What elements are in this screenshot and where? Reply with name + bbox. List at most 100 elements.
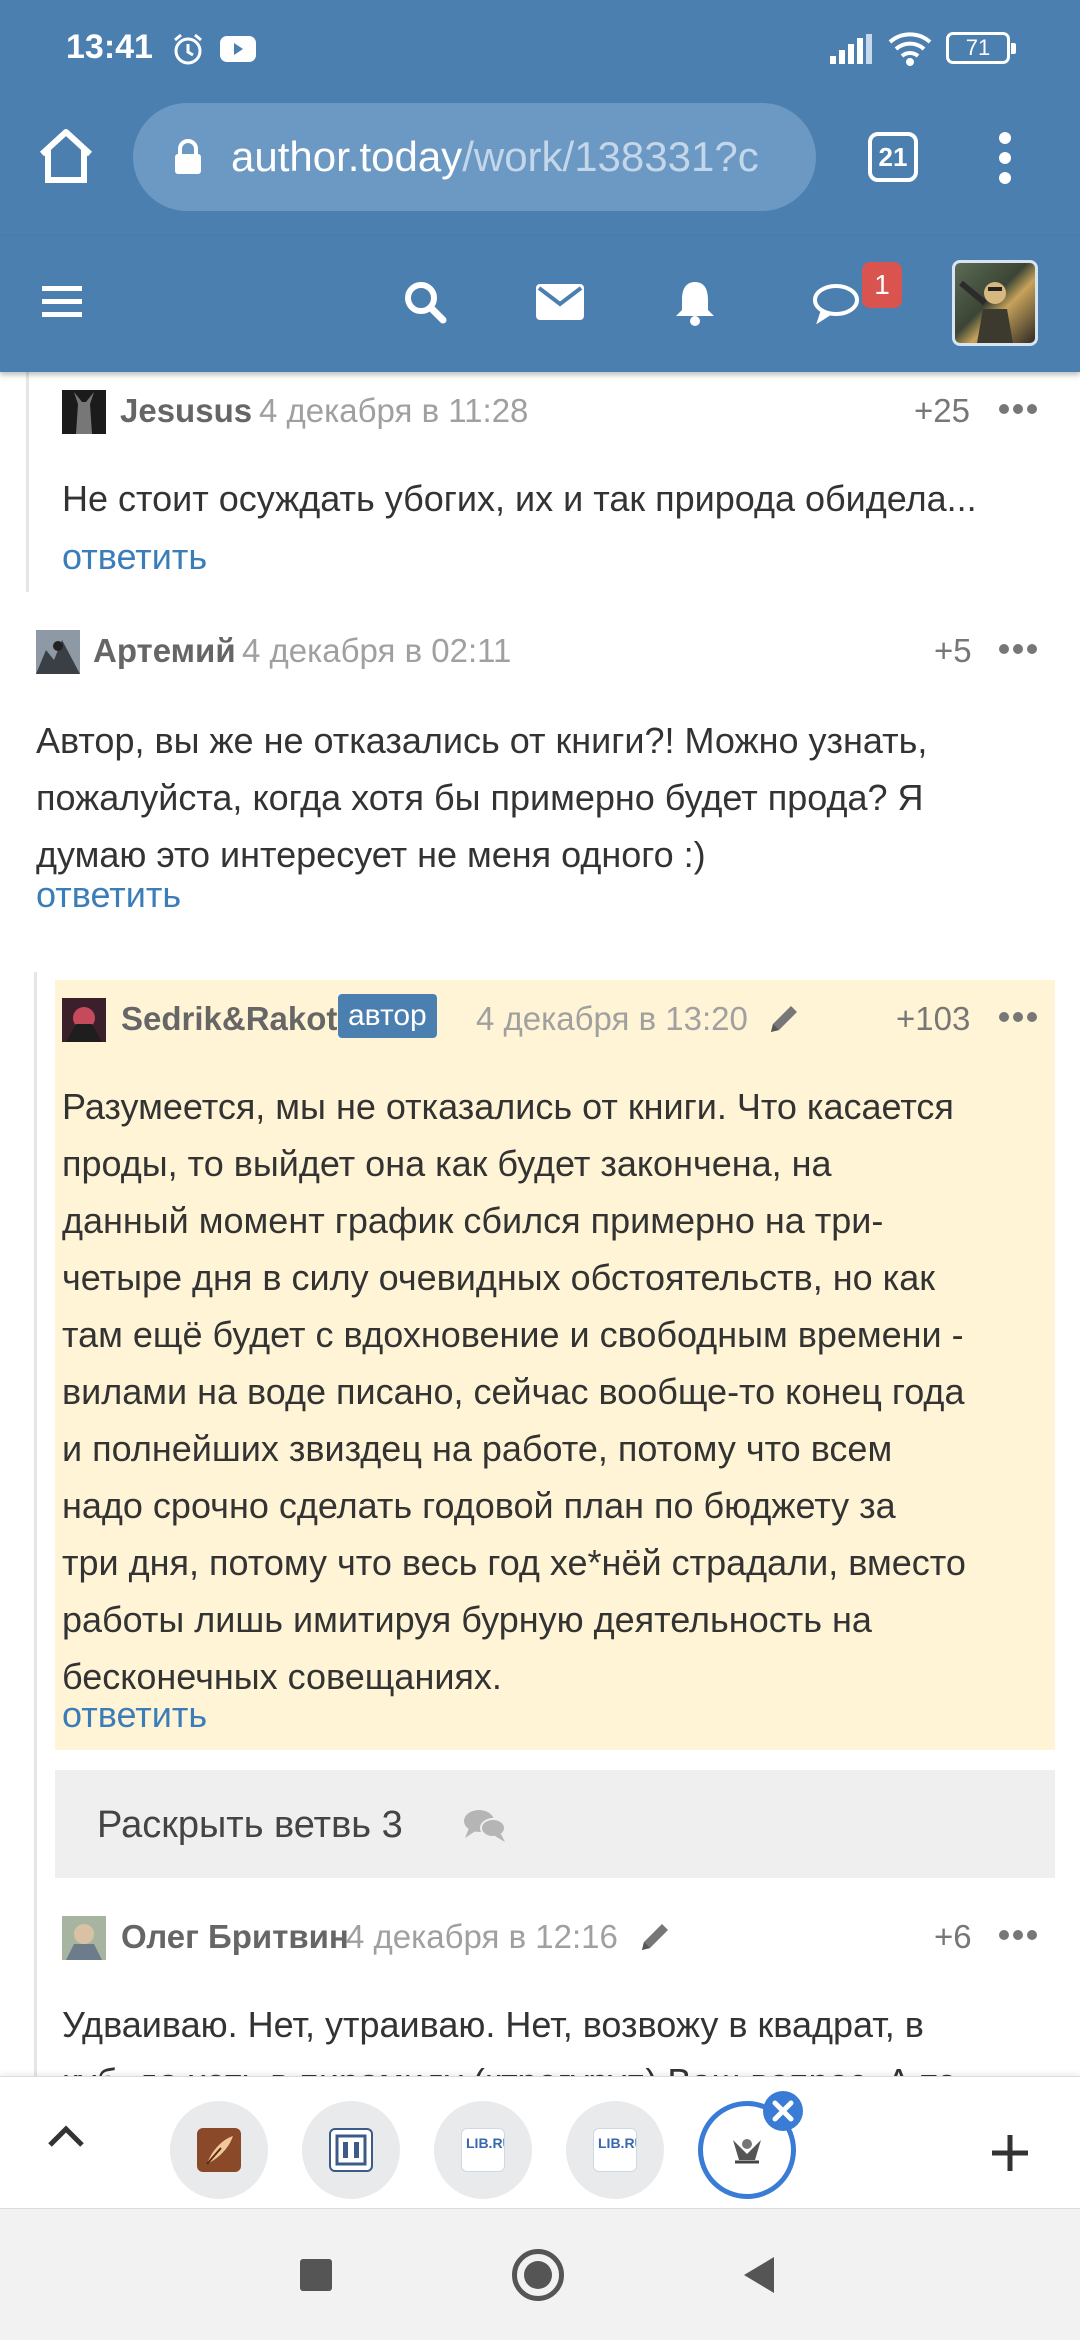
comment-date[interactable]: 4 декабря в 12:16 bbox=[346, 1918, 618, 1956]
comment-text: Удваиваю. Нет, утраиваю. Нет, возвожу в … bbox=[62, 1996, 1052, 2076]
librus-text-top: LIB.RU bbox=[598, 2135, 636, 2151]
hamburger-icon[interactable] bbox=[42, 284, 82, 325]
lock-icon bbox=[173, 139, 203, 180]
comment-date[interactable]: 4 декабря в 02:11 bbox=[242, 632, 511, 670]
comment-author[interactable]: Sedrik&Rakot bbox=[121, 1000, 337, 1038]
comment-text-line: данный момент график сбился примерно на … bbox=[62, 1200, 884, 1241]
wifi-icon bbox=[888, 30, 932, 71]
close-icon bbox=[772, 2100, 794, 2122]
author-today-favicon bbox=[725, 2128, 769, 2172]
comment-text-line: пожалуйста, когда хотя бы примерно будет… bbox=[36, 777, 924, 818]
comment-rating: +25 bbox=[914, 392, 970, 429]
reply-link[interactable]: ответить bbox=[36, 874, 181, 916]
home-circle-icon[interactable] bbox=[512, 2249, 564, 2301]
comment-text-line: Автор, вы же не отказались от книги?! Мо… bbox=[36, 720, 928, 761]
tab-switcher-button[interactable]: 21 bbox=[868, 132, 918, 182]
plus-icon[interactable] bbox=[990, 2133, 1030, 2178]
thread-line bbox=[26, 372, 29, 592]
avatar[interactable] bbox=[62, 390, 106, 434]
chat-icon[interactable] bbox=[812, 282, 860, 329]
tab-librus-1[interactable]: LIB.RU bbox=[434, 2101, 532, 2199]
avatar[interactable] bbox=[62, 1916, 106, 1960]
author-badge[interactable]: автор bbox=[338, 994, 437, 1038]
avatar[interactable] bbox=[62, 998, 106, 1042]
more-horiz-icon[interactable] bbox=[998, 1928, 1038, 1946]
comment: Артемий 4 декабря в 02:11 +5 Автор, вы ж… bbox=[0, 612, 1080, 952]
avatar-image bbox=[959, 280, 1013, 343]
search-icon[interactable] bbox=[403, 280, 447, 329]
more-horiz-icon[interactable] bbox=[998, 1010, 1038, 1028]
tab-library[interactable] bbox=[302, 2101, 400, 2199]
reply-link[interactable]: ответить bbox=[62, 536, 207, 578]
signal-icon bbox=[830, 34, 874, 69]
comment-text-line: бесконечных совещаниях. bbox=[62, 1656, 502, 1697]
librus-text-top: LIB.RU bbox=[466, 2135, 504, 2151]
status-time: 13:41 bbox=[66, 28, 153, 66]
comment-text-line: Удваиваю. Нет, утраиваю. Нет, возвожу в … bbox=[62, 2004, 924, 2045]
battery-icon: 71 bbox=[946, 32, 1016, 64]
address-bar[interactable]: author.today/work/138331?c bbox=[133, 103, 816, 211]
pencil-icon[interactable] bbox=[767, 1002, 801, 1041]
quill-favicon bbox=[197, 2128, 241, 2172]
tab-librus-2[interactable]: LIB.RU bbox=[566, 2101, 664, 2199]
android-navigation-bar bbox=[0, 2208, 1080, 2340]
avatar[interactable] bbox=[36, 630, 80, 674]
comment-text-line: куб, да хоть в пирамиду (ктрегуруп) Ваш … bbox=[62, 2053, 1052, 2076]
comment-text: Разумеется, мы не отказались от книги. Ч… bbox=[62, 1078, 1047, 1705]
browser-top-chrome: 13:41 71 author.today/work/138331?c 21 bbox=[0, 0, 1080, 236]
librus-favicon: LIB.RU bbox=[593, 2128, 645, 2172]
expand-branch-label: Раскрыть ветвь 3 bbox=[97, 1804, 403, 1846]
comments-icon bbox=[463, 1808, 507, 1849]
comment-text-line: проды, то выйдет она как будет закончена… bbox=[62, 1143, 832, 1184]
comment-rating: +6 bbox=[934, 1918, 972, 1955]
comment-text-line: Разумеется, мы не отказались от книги. Ч… bbox=[62, 1086, 954, 1127]
comment: Олег Бритвин 4 декабря в 12:16 +6 Удваив… bbox=[55, 1898, 1055, 2076]
comment-text-line: работы лишь имитируя бурную деятельность… bbox=[62, 1599, 872, 1640]
close-tab-button[interactable] bbox=[763, 2091, 803, 2131]
tab-quill[interactable] bbox=[170, 2101, 268, 2199]
thread-line bbox=[34, 972, 37, 2076]
comment-text: Автор, вы же не отказались от книги?! Мо… bbox=[36, 712, 1056, 883]
alarm-icon bbox=[170, 31, 206, 72]
comment-rating: +5 bbox=[934, 632, 972, 669]
comment-text-line: надо срочно сделать годовой план по бюдж… bbox=[62, 1485, 896, 1526]
home-button[interactable] bbox=[34, 124, 98, 188]
comment-text-line: три дня, потому что весь год хе*нёй стра… bbox=[62, 1542, 966, 1583]
recent-apps-icon[interactable] bbox=[300, 2259, 332, 2291]
comment: Jesusus 4 декабря в 11:28 +25 Не стоит о… bbox=[0, 372, 1080, 592]
bell-icon[interactable] bbox=[674, 278, 716, 331]
comments-list: Jesusus 4 декабря в 11:28 +25 Не стоит о… bbox=[0, 372, 1080, 2076]
browser-tab-strip: LIB.RU LIB.RU bbox=[0, 2076, 1080, 2208]
youtube-icon bbox=[220, 36, 256, 67]
url-text: author.today/work/138331?c bbox=[231, 133, 791, 181]
pencil-icon[interactable] bbox=[638, 1920, 672, 1959]
expand-branch-button[interactable]: Раскрыть ветвь 3 bbox=[55, 1770, 1055, 1878]
more-vert-icon bbox=[999, 132, 1011, 184]
comment-text-line: и полнейших звиздец на работе, потому чт… bbox=[62, 1428, 893, 1469]
more-horiz-icon[interactable] bbox=[998, 642, 1038, 660]
more-horiz-icon[interactable] bbox=[998, 402, 1038, 420]
comment-author[interactable]: Олег Бритвин bbox=[121, 1918, 349, 1956]
user-avatar[interactable] bbox=[952, 260, 1038, 346]
comment-date[interactable]: 4 декабря в 11:28 bbox=[259, 392, 528, 430]
chat-unread-badge: 1 bbox=[862, 262, 902, 308]
library-favicon bbox=[329, 2128, 373, 2172]
comment-text-line: думаю это интересует не меня одного :) bbox=[36, 834, 706, 875]
reply-link[interactable]: ответить bbox=[62, 1694, 207, 1736]
mail-icon[interactable] bbox=[536, 284, 584, 325]
comment-rating: +103 bbox=[896, 1000, 971, 1037]
chevron-up-icon[interactable] bbox=[46, 2123, 86, 2154]
librus-favicon: LIB.RU bbox=[461, 2128, 513, 2172]
comment-author[interactable]: Артемий bbox=[93, 632, 236, 670]
comment-author[interactable]: Jesusus bbox=[120, 392, 252, 430]
home-icon bbox=[39, 129, 93, 183]
status-bar: 13:41 71 bbox=[0, 0, 1080, 98]
browser-menu-button[interactable] bbox=[985, 128, 1025, 188]
comment-date[interactable]: 4 декабря в 13:20 bbox=[476, 1000, 748, 1038]
site-navbar: 1 bbox=[0, 236, 1080, 372]
comment-text-line: там ещё будет с вдохновение и свободным … bbox=[62, 1314, 964, 1355]
comment-text: Не стоит осуждать убогих, их и так приро… bbox=[62, 478, 977, 519]
back-icon[interactable] bbox=[744, 2257, 774, 2293]
url-path: /work/138331?c bbox=[462, 133, 759, 180]
url-host: author.today bbox=[231, 133, 463, 180]
